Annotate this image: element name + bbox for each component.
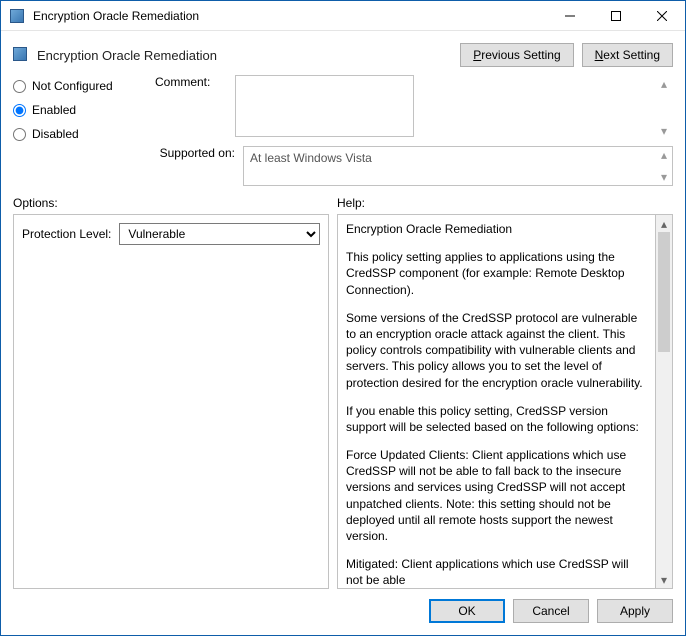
policy-icon (13, 47, 29, 63)
comment-label: Comment: (155, 75, 227, 89)
panes: Protection Level: Vulnerable Encryption … (1, 214, 685, 589)
supported-scrollbar[interactable]: ▴ ▾ (657, 148, 671, 184)
radio-disabled-label: Disabled (32, 127, 79, 141)
scroll-up-icon: ▴ (656, 215, 672, 232)
scroll-up-icon: ▴ (657, 148, 671, 162)
help-text: Mitigated: Client applications which use… (346, 556, 647, 588)
footer: OK Cancel Apply (1, 589, 685, 635)
minimize-icon (565, 11, 575, 21)
radio-disabled-input[interactable] (13, 128, 26, 141)
radio-disabled[interactable]: Disabled (13, 127, 141, 141)
supported-on-box: At least Windows Vista (243, 146, 673, 186)
page-title: Encryption Oracle Remediation (37, 48, 452, 63)
options-pane: Protection Level: Vulnerable (13, 214, 329, 589)
protection-level-select[interactable]: Vulnerable (119, 223, 320, 245)
apply-button[interactable]: Apply (597, 599, 673, 623)
scroll-up-icon: ▴ (657, 77, 671, 91)
comment-scrollbar[interactable]: ▴ ▾ (657, 77, 671, 138)
help-text: If you enable this policy setting, CredS… (346, 403, 647, 435)
radio-enabled-input[interactable] (13, 104, 26, 117)
previous-setting-button[interactable]: Previous Setting (460, 43, 573, 67)
window-title: Encryption Oracle Remediation (33, 9, 547, 23)
options-label: Options: (13, 196, 337, 210)
scroll-down-icon: ▾ (657, 170, 671, 184)
section-labels: Options: Help: (1, 190, 685, 214)
radio-not-configured[interactable]: Not Configured (13, 79, 141, 93)
close-icon (657, 11, 667, 21)
radio-enabled[interactable]: Enabled (13, 103, 141, 117)
scroll-down-icon: ▾ (657, 124, 671, 138)
radio-not-configured-input[interactable] (13, 80, 26, 93)
maximize-button[interactable] (593, 1, 639, 30)
cancel-button[interactable]: Cancel (513, 599, 589, 623)
config-area: Not Configured Enabled Disabled Comment:… (1, 75, 685, 190)
scroll-thumb[interactable] (658, 232, 670, 352)
radio-not-configured-label: Not Configured (32, 79, 113, 93)
app-icon (9, 8, 25, 24)
help-text: Encryption Oracle Remediation (346, 221, 647, 237)
supported-label: Supported on: (155, 146, 235, 160)
radio-enabled-label: Enabled (32, 103, 76, 117)
protection-level-label: Protection Level: (22, 227, 111, 241)
scroll-down-icon: ▾ (656, 571, 672, 588)
ok-button[interactable]: OK (429, 599, 505, 623)
header-row: Encryption Oracle Remediation Previous S… (1, 31, 685, 75)
help-scrollbar[interactable]: ▴ ▾ (656, 214, 673, 589)
minimize-button[interactable] (547, 1, 593, 30)
help-text: Force Updated Clients: Client applicatio… (346, 447, 647, 544)
maximize-icon (611, 11, 621, 21)
help-text: Some versions of the CredSSP protocol ar… (346, 310, 647, 391)
comment-input[interactable] (235, 75, 414, 137)
help-pane: Encryption Oracle Remediation This polic… (337, 214, 656, 589)
help-text: This policy setting applies to applicati… (346, 249, 647, 298)
titlebar: Encryption Oracle Remediation (1, 1, 685, 31)
help-label: Help: (337, 196, 365, 210)
close-button[interactable] (639, 1, 685, 30)
next-setting-button[interactable]: Next Setting (582, 43, 673, 67)
